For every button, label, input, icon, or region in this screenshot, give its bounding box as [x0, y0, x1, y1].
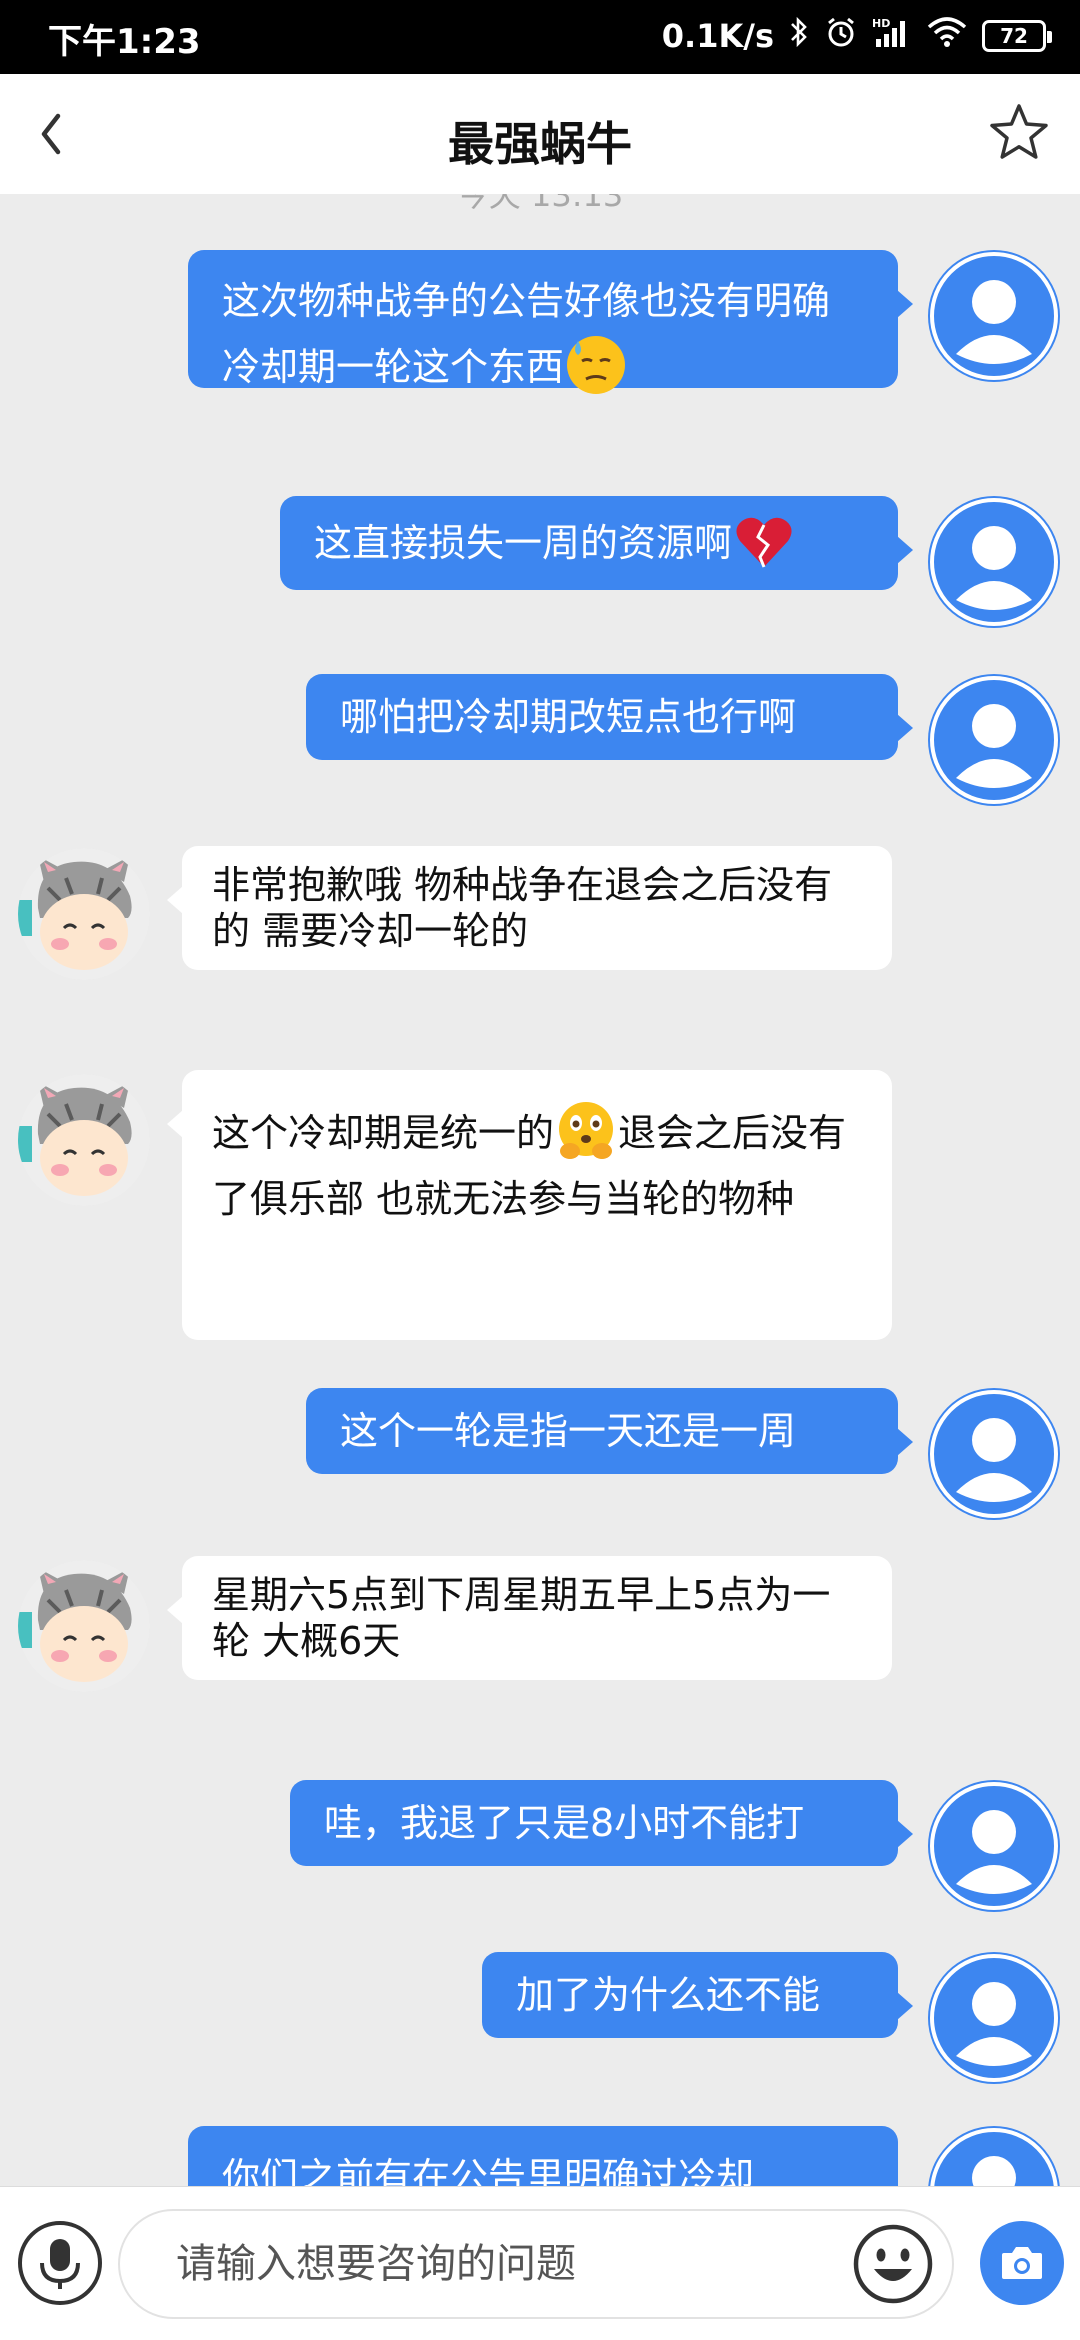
user-avatar[interactable] [928, 1388, 1060, 1520]
voice-input-button[interactable] [18, 2221, 102, 2305]
message-text: 这个冷却期是统一的 [212, 1111, 555, 1155]
question-input[interactable] [118, 2209, 954, 2319]
agent-avatar[interactable] [18, 848, 150, 980]
chat-header: 最强蜗牛 [0, 74, 1080, 194]
outgoing-message-bubble[interactable]: 这个一轮是指一天还是一周 [306, 1388, 913, 1474]
incoming-message-bubble[interactable]: 星期六5点到下周星期五早上5点为一轮 大概6天 [167, 1556, 892, 1680]
message-text: 星期六5点到下周星期五早上5点为一轮 大概6天 [212, 1573, 831, 1663]
incoming-message-bubble[interactable]: 非常抱歉哦 物种战争在退会之后没有的 需要冷却一轮的 [167, 846, 892, 970]
message-text: 非常抱歉哦 物种战争在退会之后没有的 需要冷却一轮的 [212, 863, 833, 953]
downcast-sweat-face-icon [564, 333, 628, 397]
microphone-icon [40, 2239, 80, 2289]
message-text: 你们之前有在公告里明确过冷却 [222, 2155, 755, 2186]
message-text: 加了为什么还不能 [516, 1973, 821, 2017]
status-bar: 下午1:23 0.1K/s HD 72 [0, 0, 1080, 74]
message-text: 这个一轮是指一天还是一周 [340, 1409, 797, 1453]
chat-area[interactable]: 今天 13:13 这次物种战争的公告好像也没有明确冷却期一轮这个东西 这直接损失… [0, 194, 1080, 2186]
status-indicators: 0.1K/s HD 72 [661, 12, 1052, 60]
user-avatar[interactable] [928, 1780, 1060, 1912]
outgoing-message-bubble[interactable]: 这直接损失一周的资源啊 [280, 496, 913, 590]
user-avatar[interactable] [928, 496, 1060, 628]
hugging-face-icon [554, 1099, 618, 1163]
user-avatar[interactable] [928, 674, 1060, 806]
bluetooth-icon [788, 15, 810, 57]
favorite-button[interactable] [986, 100, 1052, 166]
emoji-button[interactable] [852, 2223, 934, 2305]
camera-icon [1002, 2247, 1042, 2279]
outgoing-message-bubble[interactable]: 加了为什么还不能 [482, 1952, 913, 2038]
camera-button[interactable] [980, 2221, 1064, 2305]
incoming-message-bubble[interactable]: 这个冷却期是统一的 退会之后没有了俱乐部 也就无法参与当轮的物种 [167, 1070, 892, 1340]
message-text: 哪怕把冷却期改短点也行啊 [340, 695, 797, 739]
user-avatar[interactable] [928, 2126, 1060, 2186]
battery-indicator: 72 [982, 20, 1052, 52]
status-time: 下午1:23 [48, 22, 201, 62]
input-bar [0, 2186, 1080, 2340]
outgoing-message-bubble[interactable]: 哪怕把冷却期改短点也行啊 [306, 674, 913, 760]
message-text: 哇，我退了只是8小时不能打 [324, 1801, 805, 1845]
smiley-icon [853, 2224, 933, 2304]
date-stamp: 今天 13:13 [456, 194, 624, 214]
message-text: 这直接损失一周的资源啊 [314, 521, 733, 565]
agent-avatar[interactable] [18, 1560, 150, 1692]
outgoing-message-bubble[interactable]: 你们之前有在公告里明确过冷却 [188, 2126, 898, 2186]
signal-icon: HD [872, 15, 912, 57]
wifi-icon [926, 15, 968, 57]
broken-heart-icon [732, 509, 796, 573]
outgoing-message-bubble[interactable]: 这次物种战争的公告好像也没有明确冷却期一轮这个东西 [188, 250, 913, 394]
user-avatar[interactable] [928, 250, 1060, 382]
user-avatar[interactable] [928, 1952, 1060, 2084]
message-text: 这次物种战争的公告好像也没有明确冷却期一轮这个东西 [222, 279, 831, 389]
agent-avatar[interactable] [18, 1074, 150, 1206]
page-title: 最强蜗牛 [448, 117, 632, 171]
alarm-icon [824, 15, 858, 57]
network-speed: 0.1K/s [661, 17, 774, 55]
outgoing-message-bubble[interactable]: 哇，我退了只是8小时不能打 [290, 1780, 913, 1866]
star-outline-icon [990, 104, 1048, 159]
svg-text:HD: HD [872, 17, 890, 30]
